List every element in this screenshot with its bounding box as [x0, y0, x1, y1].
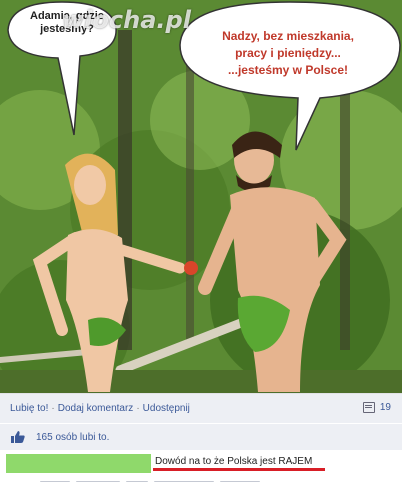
speech-right-line-2: pracy i pieniędzy...: [235, 46, 341, 60]
apple-icon: [184, 261, 198, 275]
likes-count-link[interactable]: 165 osób lubi to.: [36, 432, 109, 443]
like-link[interactable]: Lubię to!: [10, 403, 48, 414]
speech-right-line-1: Nadzy, bez mieszkania,: [222, 29, 354, 43]
comment-icon: [362, 402, 375, 413]
separator-dot: ·: [51, 403, 55, 414]
post-actions-bar: Lubię to! · Dodaj komentarz · Udostępnij 19: [0, 393, 402, 423]
comment-row: Dowód na to że Polska jest RAJEM: [0, 451, 402, 487]
comment-count-value: 19: [379, 402, 391, 413]
post-photo[interactable]: Adamie, gdzie jesteśmy? wiocha.pl Nadzy,…: [0, 0, 402, 393]
thumbs-up-icon: [11, 431, 25, 443]
post-actions-links: Lubię to! · Dodaj komentarz · Udostępnij: [10, 403, 190, 414]
separator-dot: ·: [136, 403, 140, 414]
comment-text: Dowód na to że Polska jest RAJEM: [155, 456, 313, 467]
watermark-logo: wiocha.pl: [62, 6, 191, 34]
share-link[interactable]: Udostępnij: [143, 403, 190, 414]
speech-right-text: Nadzy, bez mieszkania, pracy i pieniędzy…: [196, 28, 380, 79]
comment-count[interactable]: 19: [362, 402, 391, 413]
highlight-bar: [6, 454, 151, 473]
red-underline: [153, 468, 325, 471]
add-comment-link[interactable]: Dodaj komentarz: [58, 403, 134, 414]
speech-right-line-3: ...jesteśmy w Polsce!: [227, 63, 349, 77]
likes-row: 165 osób lubi to.: [0, 424, 402, 450]
faded-text-row: [40, 473, 320, 482]
